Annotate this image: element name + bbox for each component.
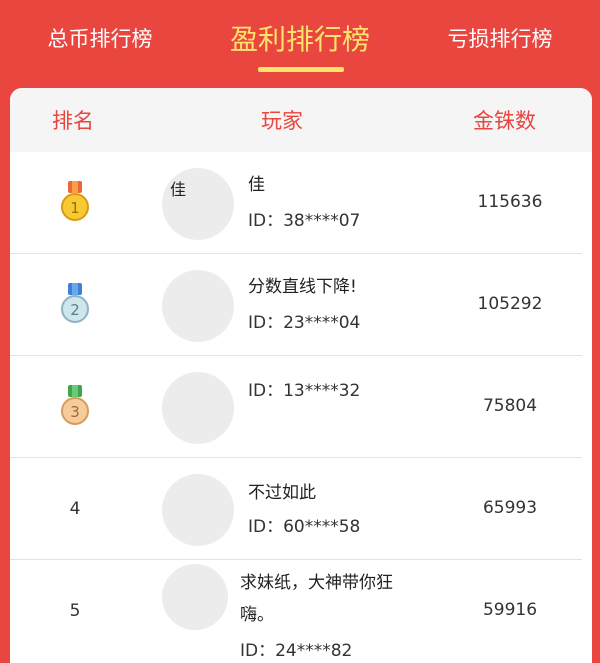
- coins-value: 105292: [477, 294, 543, 314]
- avatar-text: 佳: [170, 180, 187, 199]
- coins-value: 65993: [482, 498, 538, 518]
- rank-cell: 4: [69, 499, 81, 519]
- table-row[interactable]: 2 分数直线下降! ID：23****04 105292: [10, 254, 582, 356]
- rank-cell: 5: [69, 601, 81, 621]
- coins-value: 75804: [482, 396, 538, 416]
- rank-cell: 3: [50, 356, 100, 458]
- player-name-line2: 嗨。: [240, 605, 274, 625]
- tab-profit[interactable]: 盈利排行榜: [205, 0, 395, 76]
- player-name-line1: 求妹纸，大神带你狂: [240, 573, 393, 593]
- leaderboard-page: 总币排行榜 盈利排行榜 亏损排行榜 排名 玩家 金铢数 1 佳 佳 ID：38*…: [0, 0, 600, 663]
- table-row[interactable]: 5 求妹纸，大神带你狂 嗨。 ID：24****82 59916: [10, 560, 582, 663]
- player-name: 不过如此: [248, 483, 316, 503]
- leaderboard-card: 排名 玩家 金铢数 1 佳 佳 ID：38****07 115636 2 分数直…: [10, 88, 592, 663]
- bronze-medal-icon: 3: [61, 385, 89, 425]
- svg-text:1: 1: [70, 199, 80, 217]
- avatar[interactable]: [162, 474, 234, 546]
- player-id: ID：60****58: [248, 517, 361, 537]
- gold-medal-icon: 1: [61, 181, 89, 221]
- column-header-coins: 金铢数: [473, 109, 536, 133]
- player-name: 佳: [248, 175, 265, 195]
- table-header: 排名 玩家 金铢数: [10, 88, 592, 152]
- player-id: ID：23****04: [248, 313, 361, 333]
- player-id: ID：38****07: [248, 211, 361, 231]
- table-row[interactable]: 3 ID：13****32 75804: [10, 356, 582, 458]
- column-header-rank: 排名: [52, 109, 94, 133]
- rank-cell: 2: [50, 254, 100, 356]
- coins-value: 59916: [482, 600, 538, 620]
- silver-medal-icon: 2: [61, 283, 89, 323]
- column-header-player: 玩家: [261, 109, 303, 133]
- avatar[interactable]: [162, 564, 228, 630]
- svg-text:3: 3: [70, 403, 80, 421]
- avatar[interactable]: [162, 270, 234, 342]
- svg-text:2: 2: [70, 301, 80, 319]
- coins-value: 115636: [477, 192, 543, 212]
- table-row[interactable]: 4 不过如此 ID：60****58 65993: [10, 458, 582, 560]
- tab-loss[interactable]: 亏损排行榜: [420, 0, 580, 76]
- active-tab-indicator: [258, 67, 344, 72]
- player-id: ID：13****32: [248, 381, 361, 401]
- avatar[interactable]: [162, 372, 234, 444]
- player-id: ID：24****82: [240, 641, 353, 661]
- rank-cell: 1: [50, 152, 100, 254]
- player-name: 分数直线下降!: [248, 277, 357, 297]
- tab-bar: 总币排行榜 盈利排行榜 亏损排行榜: [0, 0, 600, 80]
- table-row[interactable]: 1 佳 佳 ID：38****07 115636: [10, 152, 582, 254]
- tab-total-coins[interactable]: 总币排行榜: [20, 0, 180, 76]
